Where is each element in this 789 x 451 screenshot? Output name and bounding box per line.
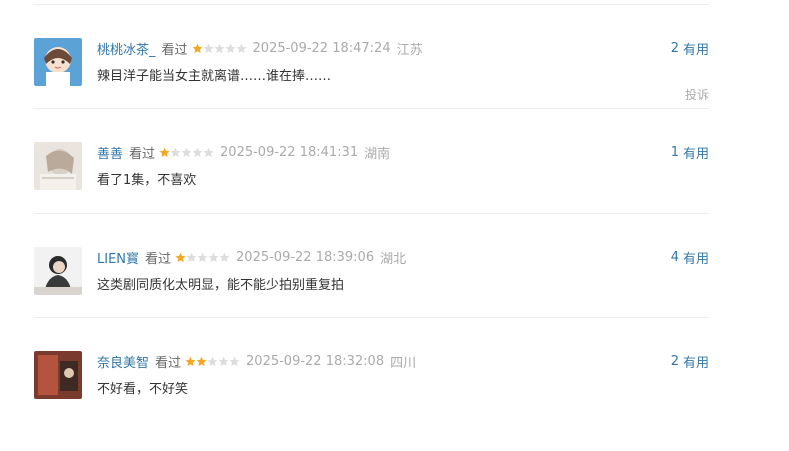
comment-time: 2025-09-22 18:47:24 (252, 40, 391, 56)
vote-useful-button[interactable]: 2 有用 (671, 351, 709, 371)
star-empty-icon (207, 356, 218, 366)
comment-item: 善善 看过 2025-09-22 18:41:31 湖南 1 有用 看了1集，不… (34, 142, 709, 242)
vote-label: 有用 (682, 42, 709, 58)
star-empty-icon (214, 43, 225, 53)
comment-time: 2025-09-22 18:39:06 (236, 249, 375, 265)
star-empty-icon (208, 252, 219, 262)
vote-useful-button[interactable]: 1 有用 (671, 142, 709, 162)
star-filled-icon (192, 43, 203, 53)
avatar-image (34, 351, 82, 399)
watch-status: 看过 (155, 355, 182, 371)
report-button[interactable]: 投诉 (685, 86, 709, 103)
star-empty-icon (203, 43, 214, 53)
star-empty-icon (186, 252, 197, 262)
comment-time: 2025-09-22 18:41:31 (220, 144, 359, 160)
comment-text: 这类剧同质化太明显，能不能少拍别重复拍 (97, 278, 345, 293)
watch-status: 看过 (161, 42, 188, 58)
comment-location: 四川 (390, 355, 417, 371)
star-empty-icon (203, 147, 214, 157)
watch-status: 看过 (129, 146, 156, 162)
top-divider (34, 4, 709, 5)
star-empty-icon (219, 252, 230, 262)
username-link[interactable]: 桃桃冰茶_ (97, 39, 156, 58)
vote-label: 有用 (682, 355, 709, 371)
vote-useful-button[interactable]: 2 有用 (671, 38, 709, 58)
avatar[interactable] (34, 142, 82, 190)
rating-stars (185, 356, 240, 367)
avatar[interactable] (34, 351, 82, 399)
avatar-image (34, 38, 82, 86)
username-link[interactable]: LIEN寳 (97, 248, 139, 267)
star-empty-icon (192, 147, 203, 157)
comment-divider (34, 317, 709, 318)
star-empty-icon (197, 252, 208, 262)
rating-stars (175, 252, 230, 263)
comment-text: 看了1集，不喜欢 (97, 173, 197, 188)
vote-label: 有用 (682, 251, 709, 267)
comment-divider (34, 108, 709, 109)
rating-stars (192, 43, 247, 54)
comment-item: 奈良美智 看过 2025-09-22 18:32:08 四川 2 有用 不好看，… (34, 351, 709, 451)
star-filled-icon (185, 356, 196, 366)
star-filled-icon (175, 252, 186, 262)
username-link[interactable]: 善善 (97, 143, 123, 162)
avatar-image (34, 247, 82, 295)
rating-stars (159, 147, 214, 158)
comment-location: 江苏 (396, 42, 423, 58)
star-empty-icon (236, 43, 247, 53)
star-empty-icon (229, 356, 240, 366)
avatar-image (34, 142, 82, 190)
vote-count: 1 (670, 144, 679, 160)
comment-location: 湖南 (364, 146, 391, 162)
vote-count: 2 (670, 40, 679, 56)
star-empty-icon (218, 356, 229, 366)
comment-item: 桃桃冰茶_ 看过 2025-09-22 18:47:24 江苏 2 有用 辣目洋… (34, 38, 709, 138)
vote-useful-button[interactable]: 4 有用 (671, 247, 709, 267)
comment-location: 湖北 (380, 251, 407, 267)
vote-label: 有用 (682, 146, 709, 162)
star-empty-icon (181, 147, 192, 157)
avatar[interactable] (34, 38, 82, 86)
star-filled-icon (196, 356, 207, 366)
username-link[interactable]: 奈良美智 (97, 352, 149, 371)
comment-time: 2025-09-22 18:32:08 (246, 353, 385, 369)
avatar[interactable] (34, 247, 82, 295)
star-filled-icon (159, 147, 170, 157)
star-empty-icon (170, 147, 181, 157)
vote-count: 2 (670, 353, 679, 369)
comment-item: LIEN寳 看过 2025-09-22 18:39:06 湖北 4 有用 这类剧… (34, 247, 709, 347)
star-empty-icon (225, 43, 236, 53)
watch-status: 看过 (145, 251, 172, 267)
comment-text: 不好看，不好笑 (97, 382, 189, 397)
comment-divider (34, 213, 709, 214)
comment-text: 辣目洋子能当女主就离谱……谁在捧…… (97, 69, 332, 84)
vote-count: 4 (670, 249, 679, 265)
